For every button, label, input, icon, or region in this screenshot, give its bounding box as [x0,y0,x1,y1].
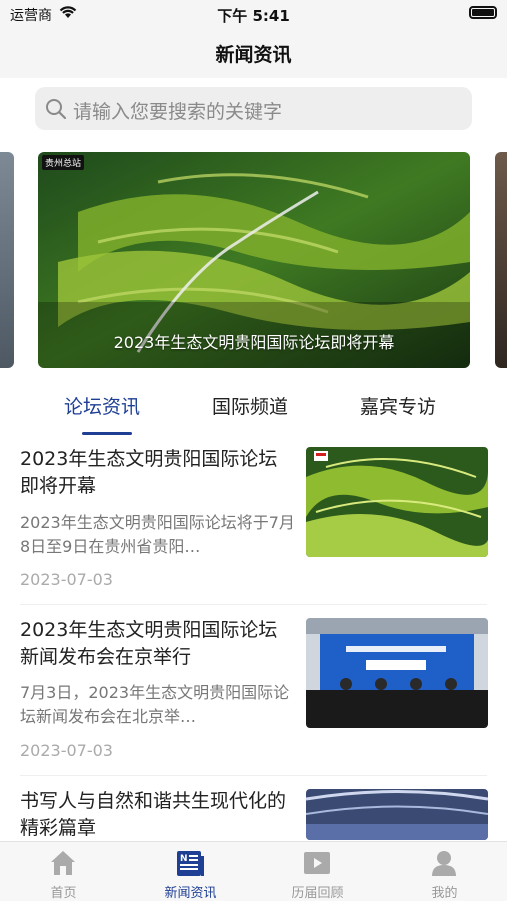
active-tab-indicator [82,432,132,435]
battery-icon [469,6,497,19]
news-summary: 2023年生态文明贵阳国际论坛将于7月8日至9日在贵州省贵阳… [20,513,295,556]
search-input[interactable]: 请输入您要搜索的关键字 [35,87,472,130]
tab-guest-interviews[interactable]: 嘉宾专访 [360,392,436,419]
status-bar: 运营商 下午 5:41 [0,0,507,28]
news-date: 2023-07-03 [20,570,113,589]
tab-home[interactable]: 首页 [0,842,127,901]
tab-profile-label: 我的 [431,886,458,901]
tab-international-channel[interactable]: 国际频道 [212,392,288,419]
tab-news[interactable]: N 新闻资讯 [127,842,254,901]
play-video-icon [302,848,332,878]
home-icon [48,848,78,878]
banner-source-badge: 贵州总站 [42,155,85,170]
news-thumbnail [306,618,488,728]
list-divider [20,775,487,776]
category-tabs: 论坛资讯 国际频道 嘉宾专访 [0,392,507,438]
tab-home-label: 首页 [50,886,77,901]
clock: 下午 5:41 [217,7,290,25]
tab-profile[interactable]: 我的 [381,842,507,901]
banner-caption: 2023年生态文明贵阳国际论坛即将开幕 [113,333,395,352]
bottom-tab-bar: 首页 N 新闻资讯 历届回顾 我的 [0,841,507,901]
news-headline: 2023年生态文明贵阳国际论坛即将开幕 [20,448,278,497]
search-placeholder: 请输入您要搜索的关键字 [73,101,283,123]
news-list-item[interactable]: 书写人与自然和谐共生现代化的精彩篇章 [0,788,507,840]
banner-slide[interactable]: 贵州总站 2023年生态文明贵阳国际论坛即将开幕 [38,152,470,368]
news-summary: 7月3日，2023年生态文明贵阳国际论坛新闻发布会在北京举… [20,683,290,726]
news-headline: 2023年生态文明贵阳国际论坛新闻发布会在京举行 [20,619,278,668]
news-list-item[interactable]: 2023年生态文明贵阳国际论坛新闻发布会在京举行 7月3日，2023年生态文明贵… [0,617,507,773]
tab-forum-news[interactable]: 论坛资讯 [64,392,140,419]
news-thumbnail [306,447,488,557]
carousel-next-slide[interactable] [495,152,507,368]
person-icon [429,848,459,878]
news-date: 2023-07-03 [20,741,113,760]
search-icon [45,98,67,124]
news-icon: N [175,848,205,878]
navigation-bar: 新闻资讯 [0,28,507,78]
news-headline: 书写人与自然和谐共生现代化的精彩篇章 [20,790,287,839]
news-list-item[interactable]: 2023年生态文明贵阳国际论坛即将开幕 2023年生态文明贵阳国际论坛将于7月8… [0,446,507,602]
news-thumbnail [306,789,488,840]
carousel-previous-slide[interactable] [0,152,14,368]
page-title: 新闻资讯 [215,44,292,66]
list-divider [20,604,487,605]
tab-history-review-label: 历届回顾 [291,886,344,901]
tab-news-label: 新闻资讯 [164,886,217,901]
svg-text:N: N [180,854,188,864]
tab-history-review[interactable]: 历届回顾 [254,842,381,901]
